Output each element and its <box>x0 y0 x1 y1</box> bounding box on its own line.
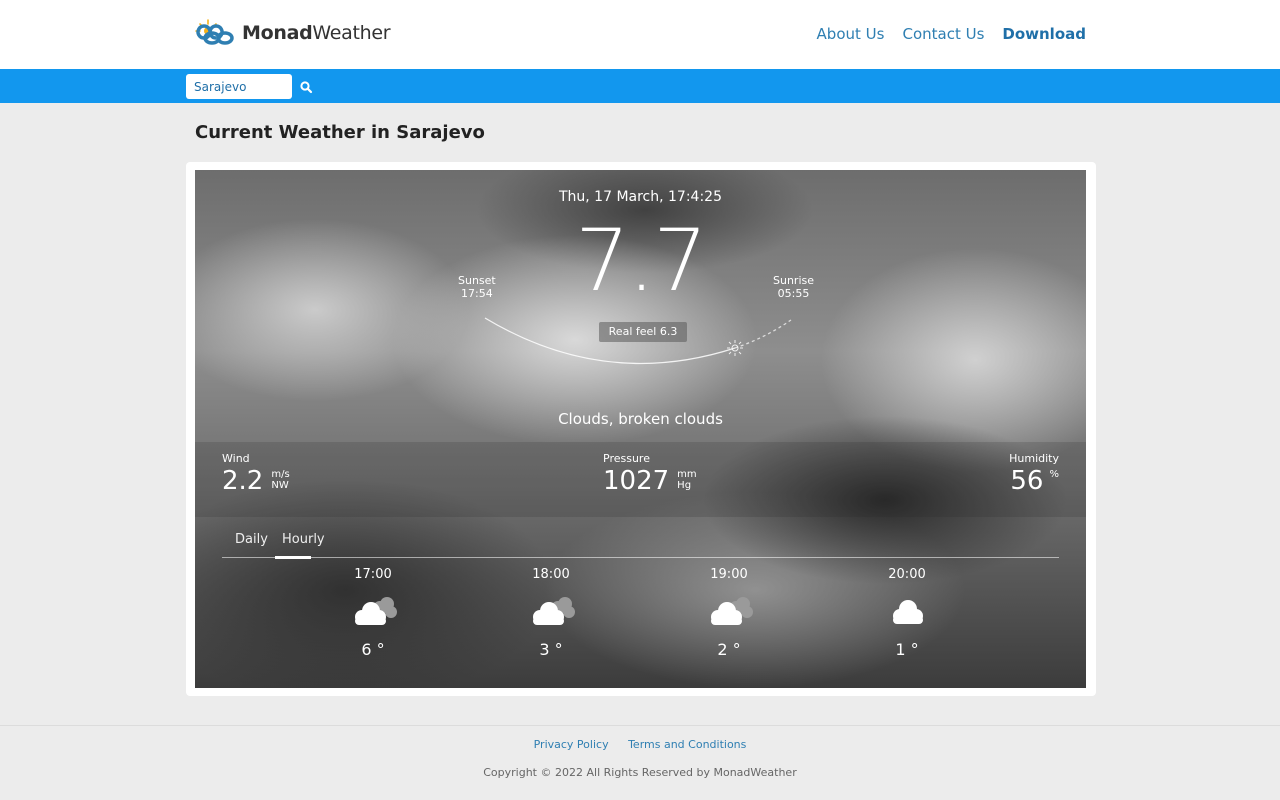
site-header: MonadWeather About Us Contact Us Downloa… <box>0 0 1280 69</box>
sunrise-info: Sunrise 05:55 <box>773 274 814 300</box>
hour-temperature: 6 ° <box>361 640 385 659</box>
hour-time: 20:00 <box>888 567 926 582</box>
broken-clouds-icon <box>501 594 601 630</box>
wind-stat: Wind 2.2 m/s NW <box>222 452 290 496</box>
sunset-label: Sunset <box>458 274 496 287</box>
hourly-item: 18:00 3 ° <box>501 567 601 659</box>
search-bar <box>0 69 1280 103</box>
sunset-time: 17:54 <box>461 287 493 300</box>
hourly-item: 17:00 6 ° <box>323 567 423 659</box>
broken-clouds-icon <box>323 594 423 630</box>
nav-about-us[interactable]: About Us <box>817 25 885 43</box>
hourly-item: 20:00 1 ° <box>857 567 957 659</box>
city-name: Sarajevo <box>396 122 485 143</box>
nav-contact-us[interactable]: Contact Us <box>902 25 984 43</box>
hour-temperature: 1 ° <box>895 640 919 659</box>
page-title: Current Weather in Sarajevo <box>195 122 485 143</box>
pressure-unit-2: Hg <box>677 480 692 491</box>
pressure-label: Pressure <box>603 452 650 465</box>
wind-unit: m/s <box>271 469 290 480</box>
active-tab-indicator <box>275 556 311 559</box>
hourly-item: 19:00 2 ° <box>679 567 779 659</box>
search-icon[interactable] <box>299 79 315 95</box>
pressure-unit-1: mm <box>677 469 697 480</box>
nav-download[interactable]: Download <box>1002 25 1086 43</box>
weather-condition: Clouds, broken clouds <box>558 410 723 428</box>
hour-time: 19:00 <box>710 567 748 582</box>
site-footer: Privacy Policy Terms and Conditions Copy… <box>0 725 1280 800</box>
tab-daily[interactable]: Daily <box>235 532 268 547</box>
main-nav: About Us Contact Us Download <box>817 25 1086 43</box>
privacy-policy-link[interactable]: Privacy Policy <box>534 738 609 751</box>
pressure-stat: Pressure 1027 mm Hg <box>603 452 697 496</box>
logo-icon <box>195 19 234 45</box>
current-datetime: Thu, 17 March, 17:4:25 <box>558 189 722 205</box>
real-feel-badge: Real feel 6.3 <box>599 322 687 342</box>
broken-clouds-icon <box>679 594 779 630</box>
humidity-value: 56 <box>1010 466 1044 496</box>
humidity-stat: Humidity 56 % <box>1009 452 1059 496</box>
copyright-text: Copyright © 2022 All Rights Reserved by … <box>483 766 797 779</box>
footer-links: Privacy Policy Terms and Conditions <box>0 738 1280 751</box>
hour-temperature: 3 ° <box>539 640 563 659</box>
sunrise-label: Sunrise <box>773 274 815 287</box>
hour-time: 18:00 <box>532 567 570 582</box>
hour-time: 17:00 <box>354 567 392 582</box>
city-search-input[interactable] <box>186 74 292 99</box>
wind-label: Wind <box>222 452 250 465</box>
logo-text: MonadWeather <box>242 22 391 44</box>
cloud-icon <box>857 594 957 630</box>
weather-card: Thu, 17 March, 17:4:25 7.7 Sunset 17:54 … <box>186 162 1096 696</box>
humidity-label: Humidity <box>1009 452 1059 465</box>
terms-link[interactable]: Terms and Conditions <box>628 738 746 751</box>
wind-value: 2.2 <box>222 466 264 496</box>
wind-direction: NW <box>271 480 289 491</box>
pressure-value: 1027 <box>603 466 670 496</box>
humidity-unit: % <box>1049 469 1059 480</box>
current-temperature: 7.7 <box>575 211 708 311</box>
sunset-info: Sunset 17:54 <box>458 274 496 300</box>
forecast-tabs: Daily Hourly <box>222 530 1059 559</box>
tab-hourly[interactable]: Hourly <box>282 532 325 547</box>
logo[interactable]: MonadWeather <box>194 18 391 48</box>
weather-panel: Thu, 17 March, 17:4:25 7.7 Sunset 17:54 … <box>195 170 1086 688</box>
hour-temperature: 2 ° <box>717 640 741 659</box>
sunrise-time: 05:55 <box>777 287 810 300</box>
